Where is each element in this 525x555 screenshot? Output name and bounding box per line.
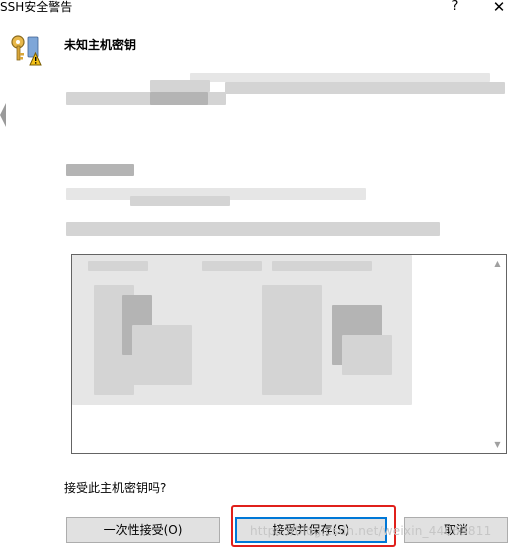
key-warning-icon <box>11 35 42 66</box>
accept-once-button[interactable]: 一次性接受(O) <box>66 517 220 543</box>
help-button[interactable]: ? <box>448 0 462 15</box>
scroll-down-icon[interactable]: ▼ <box>489 436 506 453</box>
window-edge-marker <box>0 103 6 127</box>
scroll-up-icon[interactable]: ▲ <box>489 255 506 272</box>
host-key-textbox[interactable]: ▲ ▼ <box>71 254 507 454</box>
close-button[interactable]: ✕ <box>491 0 507 15</box>
key-scrollbar[interactable]: ▲ ▼ <box>489 255 506 453</box>
title-bar: SSH安全警告 ? ✕ <box>0 0 525 16</box>
window-title: SSH安全警告 <box>0 0 73 14</box>
dialog-heading: 未知主机密钥 <box>64 38 137 52</box>
accept-question: 接受此主机密钥吗? <box>64 481 167 495</box>
watermark: https://blog.csdn.net/weixin_44063811 <box>250 524 492 538</box>
